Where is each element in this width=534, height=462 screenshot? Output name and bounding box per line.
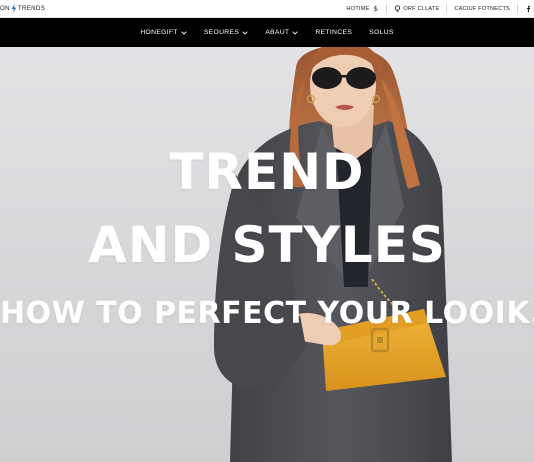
nav-item-honegift[interactable]: HONEGIFT [140, 29, 187, 36]
logo-text-right: TRENDS [17, 5, 46, 12]
nav-item-label: SEOURES [203, 29, 240, 36]
nav-item-abaut[interactable]: ABAUT [265, 29, 298, 36]
utility-link-location[interactable]: ORF CLLATE [387, 4, 448, 13]
pin-icon [395, 5, 401, 12]
utility-link-label: HOTIME [346, 5, 370, 12]
utility-links: HOTIME $ ORF CLLATE CACIUF FOTNECTS [339, 4, 534, 13]
nav-item-seoures[interactable]: SEOURES [204, 29, 248, 36]
utility-link-label: CACIUF FOTNECTS [454, 5, 510, 12]
nav-item-solus[interactable]: SOLUS [369, 29, 394, 36]
utility-link-hotime[interactable]: HOTIME $ [339, 4, 388, 13]
facebook-icon [527, 5, 531, 12]
utility-link-contacts[interactable]: CACIUF FOTNECTS [447, 4, 518, 13]
hero-subtitle: HOW TO PERFECT YOUR LOOIK. [0, 296, 534, 331]
top-bar: ON TRENDS HOTIME $ ORF CLLATE CACIUF FOT… [0, 0, 534, 18]
utility-link-label: ORF CLLATE [403, 5, 440, 12]
nav-item-retinces[interactable]: RETINCES [315, 29, 352, 36]
hero-title-line-2: AND STYLES [88, 216, 446, 274]
svg-text:$: $ [374, 5, 379, 12]
hero-banner[interactable]: TREND AND STYLES HOW TO PERFECT YOUR LOO… [0, 47, 534, 462]
site-logo[interactable]: ON TRENDS [0, 4, 45, 13]
utility-link-social[interactable] [518, 4, 534, 13]
nav-item-label: RETINCES [315, 29, 353, 36]
nav-item-label: SOLUS [369, 29, 394, 36]
lightning-icon [11, 4, 17, 13]
dollar-icon: $ [374, 5, 379, 12]
nav-item-label: HONEGIFT [140, 29, 178, 36]
logo-text-left: ON [0, 5, 10, 12]
nav-item-label: ABAUT [265, 29, 290, 36]
hero-title-line-1: TREND [169, 143, 365, 201]
chevron-down-icon [181, 30, 187, 35]
chevron-down-icon [242, 30, 248, 35]
main-navigation: HONEGIFT SEOURES ABAUT RETINCES SOLUS [0, 18, 534, 47]
chevron-down-icon [292, 30, 298, 35]
